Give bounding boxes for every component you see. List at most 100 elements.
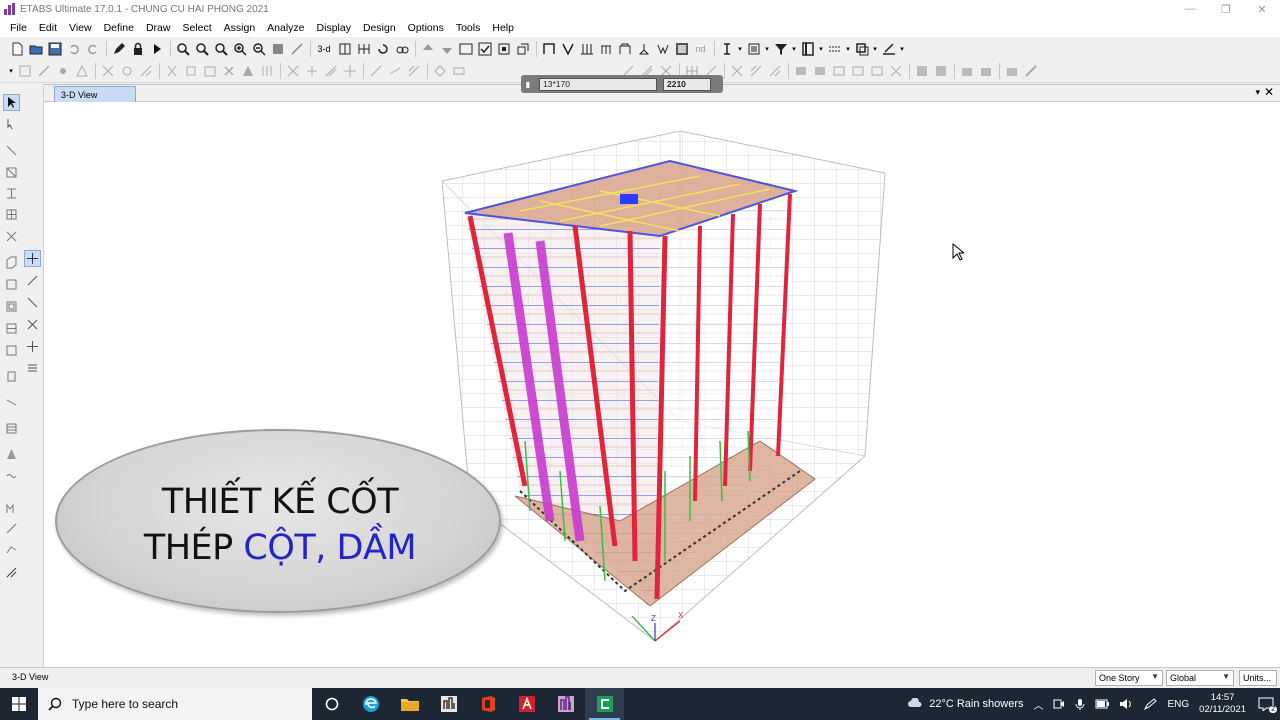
move-down-icon[interactable] (438, 40, 455, 57)
menu-help[interactable]: Help (486, 22, 520, 34)
draw-tendon-icon[interactable] (3, 394, 20, 411)
lock-icon[interactable] (129, 40, 146, 57)
draw-frame-icon[interactable] (3, 164, 20, 181)
support-icon[interactable] (635, 40, 652, 57)
zoom-window-icon[interactable] (174, 40, 191, 57)
copy-icon[interactable] (853, 40, 870, 57)
replicate-icon[interactable] (239, 63, 256, 80)
new-model-button[interactable] (8, 40, 25, 57)
taskbar-search-input[interactable]: Type here to search (38, 688, 312, 720)
elevation-view-icon[interactable] (355, 40, 372, 57)
point-mass-icon[interactable] (766, 63, 783, 80)
copy-icon[interactable] (182, 63, 199, 80)
taskbar-office-button[interactable] (468, 688, 507, 720)
taskbar-etabs2-button[interactable] (546, 688, 585, 720)
restore-button[interactable]: ❐ (1208, 0, 1244, 18)
draw-spandrel-icon[interactable] (3, 468, 20, 485)
language-indicator[interactable]: ENG (1167, 699, 1189, 710)
chart-icon[interactable] (977, 63, 994, 80)
beam-icon[interactable] (597, 40, 614, 57)
link-icon[interactable] (654, 40, 671, 57)
redo-button[interactable] (84, 40, 101, 57)
draw-section-cut-icon[interactable] (24, 316, 41, 333)
story-select[interactable]: One Story ▼ (1095, 670, 1163, 686)
draw-strip-icon[interactable] (3, 420, 20, 437)
draw-line-icon[interactable] (3, 520, 20, 537)
chevron-down-icon[interactable]: ▾ (764, 40, 770, 57)
taskbar-etabs-button[interactable] (429, 688, 468, 720)
filter-icon[interactable] (772, 40, 789, 57)
design-steel-icon[interactable] (792, 63, 809, 80)
notification-center-button[interactable]: 2 (1258, 697, 1277, 713)
table-icon[interactable] (958, 63, 975, 80)
coord-system-select[interactable]: Global ▼ (1166, 670, 1234, 686)
meet-now-icon[interactable] (1053, 698, 1065, 710)
draw-polyline-icon[interactable] (3, 540, 20, 557)
chevron-down-icon[interactable]: ▾ (737, 40, 743, 57)
tab-3d-view[interactable]: 3-D View (54, 86, 136, 102)
chevron-down-icon[interactable]: ▾ (818, 40, 824, 57)
wrench-icon[interactable] (1022, 63, 1039, 80)
menu-tools[interactable]: Tools (450, 22, 487, 34)
draw-joint-icon[interactable] (3, 142, 20, 159)
select-joint-icon[interactable] (54, 63, 71, 80)
wall-icon[interactable] (616, 40, 633, 57)
draw-wall-icon[interactable] (3, 254, 20, 271)
clock[interactable]: 14:57 02/11/2021 (1199, 692, 1246, 716)
tab-dropdown-icon[interactable]: ▾ (1255, 87, 1260, 98)
point-spring-icon[interactable] (747, 63, 764, 80)
pencil-icon[interactable] (110, 40, 127, 57)
design-shearwall-icon[interactable] (849, 63, 866, 80)
menu-select[interactable]: Select (176, 22, 217, 34)
menu-draw[interactable]: Draw (140, 22, 177, 34)
draw-rect-area-icon[interactable] (3, 276, 20, 293)
menu-edit[interactable]: Edit (33, 22, 63, 34)
panel-icon[interactable] (799, 40, 816, 57)
pan-icon[interactable] (269, 40, 286, 57)
view-3d-button[interactable]: 3-d (314, 40, 334, 57)
zoom-in-icon[interactable] (231, 40, 248, 57)
paste-icon[interactable] (201, 63, 218, 80)
run-analysis-button[interactable] (148, 40, 165, 57)
coord-right-field[interactable]: 2210 (663, 77, 711, 91)
volume-icon[interactable] (1119, 698, 1133, 710)
draw-beam-icon[interactable] (3, 206, 20, 223)
chevron-down-icon[interactable]: ▾ (872, 40, 878, 57)
start-button[interactable] (0, 688, 38, 720)
taskbar-edge-button[interactable] (351, 688, 390, 720)
move-up-icon[interactable] (419, 40, 436, 57)
frame-icon[interactable] (540, 40, 557, 57)
draw-floor-icon[interactable] (24, 250, 41, 267)
move-icon[interactable] (341, 63, 358, 80)
reshape-icon[interactable] (3, 116, 20, 133)
open-button[interactable] (27, 40, 44, 57)
select-frame-icon[interactable] (35, 63, 52, 80)
assign-load-icon[interactable] (99, 63, 116, 80)
save-button[interactable] (46, 40, 63, 57)
design-concrete-icon[interactable] (811, 63, 828, 80)
grid-lines-icon[interactable] (826, 40, 843, 57)
taskbar-explorer-button[interactable] (390, 688, 429, 720)
assign-restraint-icon[interactable] (137, 63, 154, 80)
menu-design[interactable]: Design (357, 22, 402, 34)
draw-grid-icon[interactable] (24, 360, 41, 377)
chevron-down-icon[interactable]: ▾ (899, 40, 905, 57)
draw-link-icon[interactable] (24, 294, 41, 311)
draw-brace-icon[interactable] (3, 228, 20, 245)
text-cursor-icon[interactable] (718, 40, 735, 57)
chevron-down-icon[interactable]: ▾ (8, 63, 14, 80)
units-button[interactable]: Units... (1239, 670, 1277, 686)
assign-release-icon[interactable] (118, 63, 135, 80)
extrude-view-icon[interactable] (514, 40, 531, 57)
close-button[interactable]: ✕ (1244, 0, 1280, 18)
mesh-icon[interactable] (386, 63, 403, 80)
perspective-icon[interactable] (393, 40, 410, 57)
report-icon[interactable] (1003, 63, 1020, 80)
area-icon[interactable] (745, 40, 762, 57)
menu-options[interactable]: Options (402, 22, 450, 34)
align-icon[interactable] (258, 63, 275, 80)
menu-view[interactable]: View (63, 22, 98, 34)
menu-file[interactable]: File (4, 22, 33, 34)
draw-column-icon[interactable] (3, 185, 20, 202)
draw-text-icon[interactable] (3, 500, 20, 517)
